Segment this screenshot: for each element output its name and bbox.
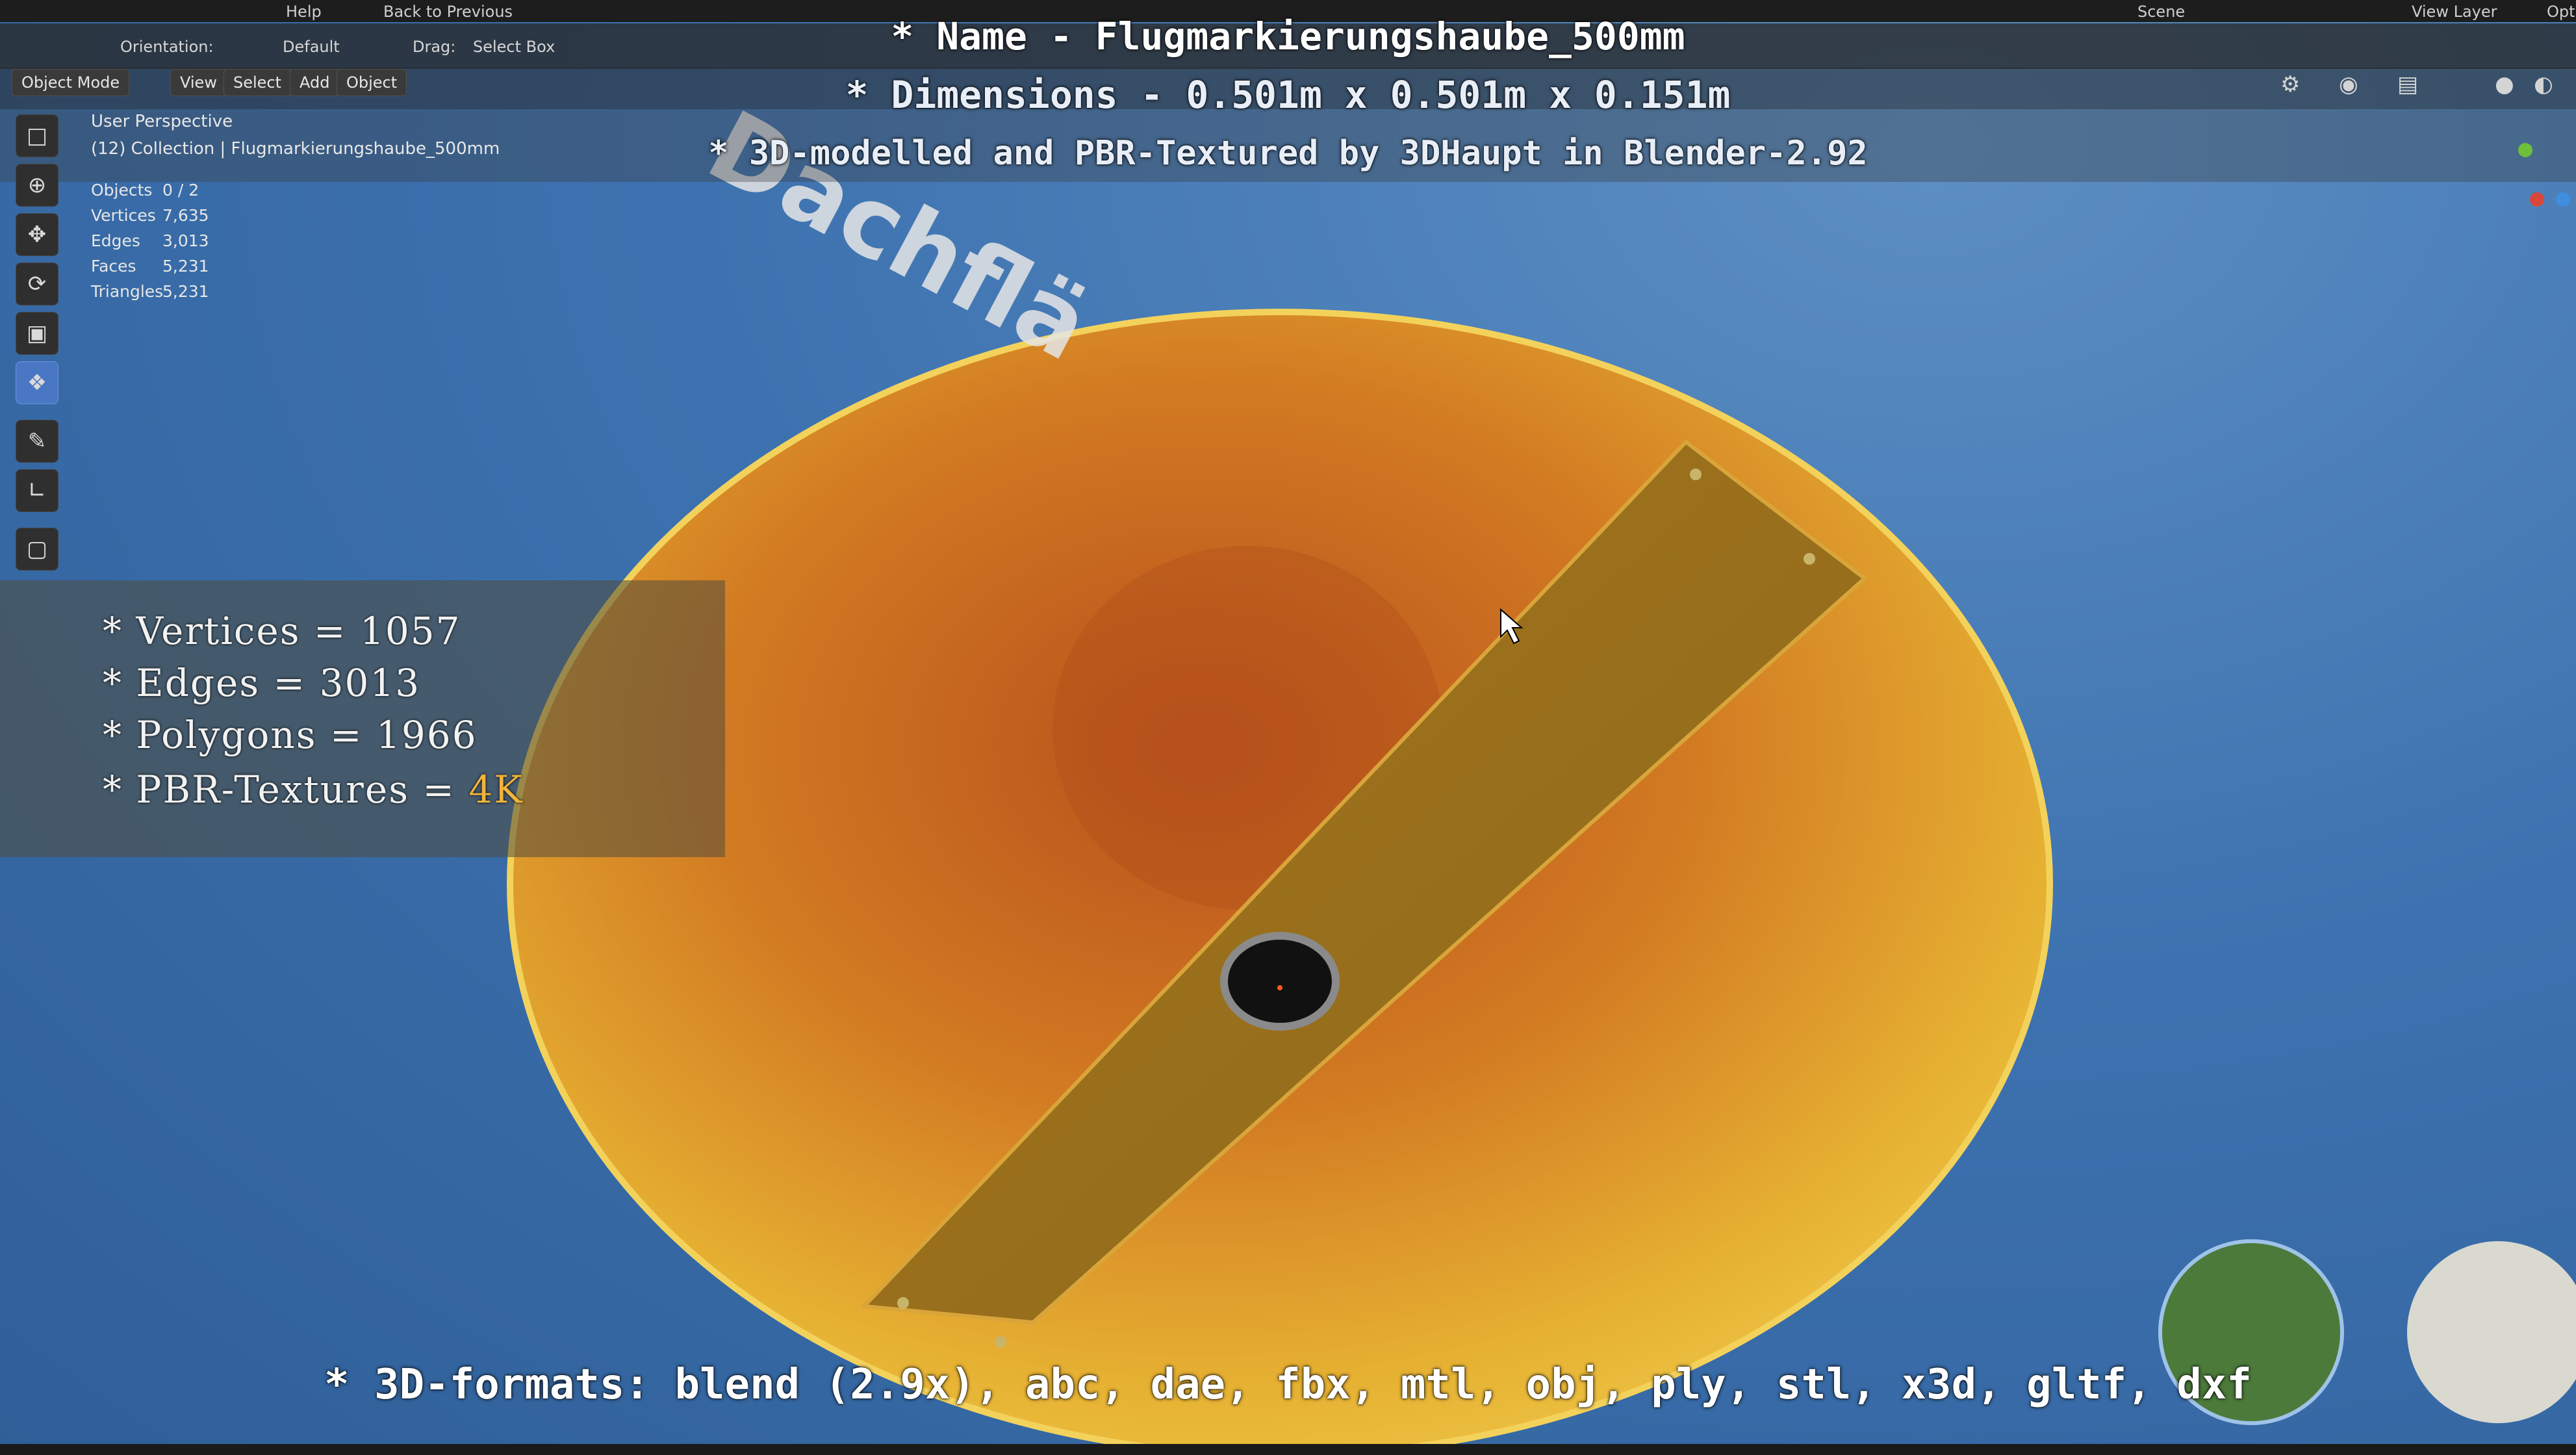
rotate-icon[interactable]: ⟳ xyxy=(16,263,58,305)
stat-row: Objects 0 / 2 xyxy=(91,181,199,200)
axis-x-icon[interactable] xyxy=(2530,192,2544,207)
spec-edges: * Edges = 3013 xyxy=(103,661,421,705)
toolbox: □ ⊕ ✥ ⟳ ▣ ❖ ✎ ∟ ▢ xyxy=(9,114,66,582)
move-icon[interactable]: ✥ xyxy=(16,213,58,256)
mount-hole xyxy=(1220,932,1340,1031)
xray-toggle-icon[interactable]: ▤ xyxy=(2397,71,2418,97)
spec-polygons: * Polygons = 1966 xyxy=(103,713,478,757)
shading-solid-icon[interactable]: ● xyxy=(2495,71,2514,97)
spec-vertices: * Vertices = 1057 xyxy=(103,609,461,653)
shading-rendered-icon[interactable]: ◐ xyxy=(2534,71,2553,97)
annotate-icon[interactable]: ✎ xyxy=(16,420,58,463)
author-line: * 3D-modelled and PBR-Textured by 3DHaup… xyxy=(708,134,1868,173)
stat-row: Edges 3,013 xyxy=(91,231,209,250)
axis-z-icon[interactable] xyxy=(2556,192,2570,207)
name-line: * Name - Flugmarkierungshaube_500mm xyxy=(891,14,1685,58)
overlay-toggle-icon[interactable]: ◉ xyxy=(2339,71,2358,97)
formats-line: * 3D-formats: blend (2.9x), abc, dae, fb… xyxy=(324,1361,2252,1409)
scale-icon[interactable]: ▣ xyxy=(16,312,58,355)
specs-panel: * Vertices = 1057 * Edges = 3013 * Polyg… xyxy=(0,580,725,857)
stat-row: Faces 5,231 xyxy=(91,257,209,276)
scene-statistics: Objects 0 / 2 Vertices 7,635 Edges 3,013 Fa… xyxy=(91,181,209,307)
transform-icon[interactable]: ❖ xyxy=(16,361,58,404)
spec-pbr: * PBR-Textures = 4K xyxy=(103,767,524,812)
add-cube-icon[interactable]: ▢ xyxy=(16,528,58,571)
axis-y-icon[interactable] xyxy=(2518,143,2532,157)
dimensions-line: * Dimensions - 0.501m x 0.501m x 0.151m xyxy=(845,73,1731,117)
measure-icon[interactable]: ∟ xyxy=(16,469,58,512)
pbr-value: 4K xyxy=(468,767,524,812)
status-bar xyxy=(0,1444,2576,1455)
gizmo-toggle-icon[interactable]: ⚙ xyxy=(2280,71,2300,97)
stat-row: Vertices 7,635 xyxy=(91,206,209,225)
stat-row: Triangles 5,231 xyxy=(91,282,209,301)
